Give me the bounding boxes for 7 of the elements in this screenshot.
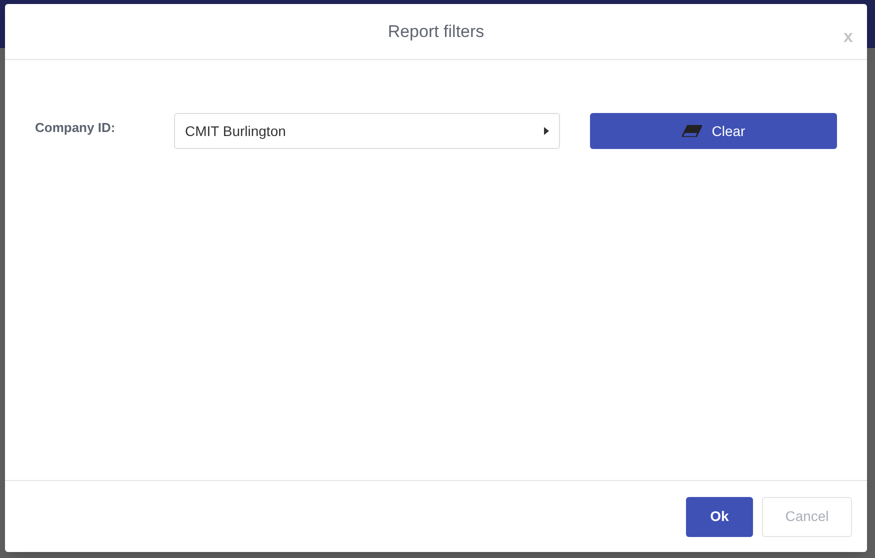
clear-button[interactable]: Clear	[590, 113, 837, 149]
dropdown-field[interactable]: CMIT Burlington	[174, 113, 560, 149]
ok-button[interactable]: Ok	[686, 496, 753, 536]
eraser-icon	[682, 125, 702, 137]
dialog-title: Report filters	[388, 20, 484, 43]
caret-icon	[544, 127, 549, 135]
field-label: Company ID:	[35, 119, 116, 137]
